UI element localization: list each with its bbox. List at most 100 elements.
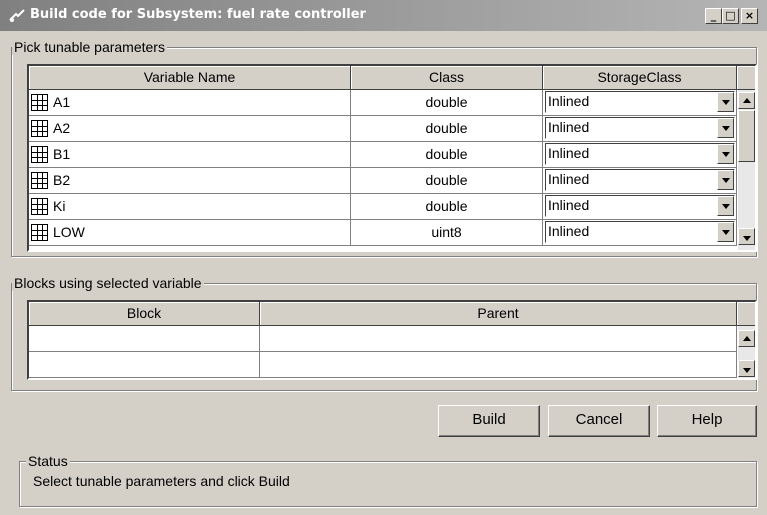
storage-class-cell: Inlined (543, 142, 737, 167)
storage-class-dropdown[interactable]: Inlined (545, 221, 735, 243)
table-row[interactable]: B1 double Inlined (29, 142, 737, 168)
storage-class-value: Inlined (548, 119, 590, 135)
storage-class-cell: Inlined (543, 194, 737, 219)
class-cell: double (351, 194, 543, 219)
column-header-variable-name[interactable]: Variable Name (29, 66, 351, 90)
table-row[interactable] (29, 352, 737, 378)
simulink-icon (9, 9, 25, 22)
status-text: Select tunable parameters and click Buil… (33, 473, 290, 489)
parent-cell (260, 326, 737, 351)
storage-class-value: Inlined (548, 171, 590, 187)
arrow-down-icon (743, 368, 751, 373)
help-button[interactable]: Help (657, 405, 757, 437)
table-row[interactable]: A1 double Inlined (29, 90, 737, 116)
storage-class-dropdown[interactable]: Inlined (545, 169, 735, 191)
column-header-class[interactable]: Class (351, 66, 543, 90)
header-corner (737, 66, 755, 90)
storage-class-cell: Inlined (543, 116, 737, 141)
storage-class-value: Inlined (548, 223, 590, 239)
storage-class-cell: Inlined (543, 90, 737, 115)
matrix-variable-icon (31, 120, 48, 137)
matrix-variable-icon (31, 146, 48, 163)
table-row[interactable]: A2 double Inlined (29, 116, 737, 142)
storage-class-dropdown[interactable]: Inlined (545, 143, 735, 165)
class-cell: double (351, 116, 543, 141)
column-header-block[interactable]: Block (29, 302, 260, 326)
tunable-parameters-label: Pick tunable parameters (12, 39, 167, 55)
block-cell (29, 352, 260, 377)
chevron-down-icon (722, 152, 730, 157)
header-corner (737, 302, 755, 326)
parameters-scrollbar[interactable] (738, 90, 755, 250)
variable-name-cell[interactable]: Ki (29, 194, 351, 219)
window-title: Build code for Subsystem: fuel rate cont… (30, 7, 366, 22)
close-button[interactable]: × (741, 8, 758, 24)
dropdown-button[interactable] (717, 92, 734, 112)
storage-class-dropdown[interactable]: Inlined (545, 117, 735, 139)
maximize-button[interactable]: □ (722, 8, 739, 24)
scroll-down-button[interactable] (738, 360, 755, 377)
variable-name-cell[interactable]: LOW (29, 220, 351, 245)
chevron-down-icon (722, 178, 730, 183)
dropdown-button[interactable] (717, 222, 734, 242)
blocks-table: Block Parent (27, 300, 757, 380)
variable-name-cell[interactable]: B2 (29, 168, 351, 193)
blocks-group-label: Blocks using selected variable (12, 275, 204, 291)
table-row[interactable]: LOW uint8 Inlined (29, 220, 737, 246)
storage-class-value: Inlined (548, 93, 590, 109)
class-cell: double (351, 90, 543, 115)
variable-name: Ki (53, 198, 66, 214)
storage-class-dropdown[interactable]: Inlined (545, 195, 735, 217)
dropdown-button[interactable] (717, 196, 734, 216)
scroll-thumb[interactable] (738, 110, 755, 162)
arrow-up-icon (743, 98, 751, 103)
matrix-variable-icon (31, 198, 48, 215)
dropdown-button[interactable] (717, 144, 734, 164)
class-cell: uint8 (351, 220, 543, 245)
build-code-dialog: Build code for Subsystem: fuel rate cont… (0, 0, 767, 515)
status-group-label: Status (26, 453, 70, 469)
variable-name-cell[interactable]: A2 (29, 116, 351, 141)
storage-class-cell: Inlined (543, 220, 737, 245)
dropdown-button[interactable] (717, 118, 734, 138)
scroll-up-button[interactable] (738, 92, 755, 109)
class-cell: double (351, 142, 543, 167)
minimize-button[interactable]: _ (705, 8, 722, 24)
cancel-button[interactable]: Cancel (548, 405, 650, 437)
column-header-parent[interactable]: Parent (260, 302, 737, 326)
table-row[interactable]: Ki double Inlined (29, 194, 737, 220)
arrow-down-icon (743, 236, 751, 241)
build-button[interactable]: Build (438, 405, 540, 437)
variable-name: B1 (53, 146, 71, 162)
matrix-variable-icon (31, 94, 48, 111)
variable-name-cell[interactable]: B1 (29, 142, 351, 167)
variable-name: B2 (53, 172, 71, 188)
matrix-variable-icon (31, 224, 48, 241)
variable-name: A1 (53, 94, 71, 110)
storage-class-dropdown[interactable]: Inlined (545, 91, 735, 113)
column-header-storage-class[interactable]: StorageClass (543, 66, 737, 90)
parent-cell (260, 352, 737, 377)
title-bar[interactable]: Build code for Subsystem: fuel rate cont… (0, 0, 767, 31)
storage-class-value: Inlined (548, 197, 590, 213)
variable-name: A2 (53, 120, 71, 136)
table-row[interactable] (29, 326, 737, 352)
table-row[interactable]: B2 double Inlined (29, 168, 737, 194)
matrix-variable-icon (31, 172, 48, 189)
arrow-up-icon (743, 336, 751, 341)
chevron-down-icon (722, 204, 730, 209)
storage-class-cell: Inlined (543, 168, 737, 193)
chevron-down-icon (722, 126, 730, 131)
chevron-down-icon (722, 230, 730, 235)
scroll-up-button[interactable] (738, 330, 755, 347)
storage-class-value: Inlined (548, 145, 590, 161)
block-cell (29, 326, 260, 351)
chevron-down-icon (722, 100, 730, 105)
class-cell: double (351, 168, 543, 193)
parameters-table: Variable Name Class StorageClass A1 doub… (27, 64, 757, 252)
dropdown-button[interactable] (717, 170, 734, 190)
variable-name: LOW (53, 224, 85, 240)
variable-name-cell[interactable]: A1 (29, 90, 351, 115)
scroll-down-button[interactable] (738, 228, 755, 245)
blocks-scrollbar[interactable] (738, 326, 755, 378)
